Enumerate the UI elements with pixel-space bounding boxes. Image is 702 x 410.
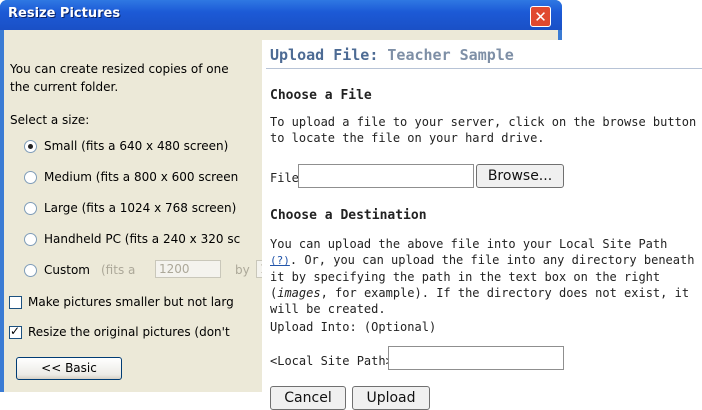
select-size-label: Select a size: [10,113,90,127]
make-smaller-checkbox[interactable] [9,296,22,309]
dialog-title: Resize Pictures [8,6,121,21]
size-custom-radio[interactable] [24,264,37,277]
size-handheld-radio[interactable] [24,233,37,246]
size-custom-label[interactable]: Custom [44,263,90,277]
choose-destination-heading: Choose a Destination [270,208,427,223]
resize-original-label[interactable]: Resize the original pictures (don't [28,325,230,339]
upload-button[interactable]: Upload [352,386,430,410]
destination-text: You can upload the above file into your … [270,236,700,317]
size-small-label[interactable]: Small (fits a 640 x 480 screen) [44,139,228,153]
help-link[interactable]: (?) [270,254,290,267]
upload-path-input[interactable] [388,346,564,370]
size-medium-label[interactable]: Medium (fits a 800 x 600 screen [44,170,238,184]
custom-fits-label: (fits a [101,263,136,277]
local-site-path-label: <Local Site Path> / [270,354,408,368]
upload-title: Upload File [270,46,370,64]
title-separator: : [369,46,379,64]
file-input[interactable] [298,164,474,188]
intro-text-line1: You can create resized copies of one [10,62,229,76]
make-smaller-label[interactable]: Make pictures smaller but not larg [28,295,234,309]
close-icon[interactable]: ✕ [530,6,551,27]
page-title: Upload File: Teacher Sample [270,46,514,64]
choose-file-heading: Choose a File [270,88,372,103]
upload-file-panel: Upload File: Teacher Sample Choose a Fil… [262,40,702,410]
cancel-button[interactable]: Cancel [270,386,346,410]
size-large-label[interactable]: Large (fits a 1024 x 768 screen) [44,201,236,215]
resize-original-checkbox[interactable] [9,324,22,339]
destination-text-c: , for example). If the directory does no… [270,286,690,316]
destination-text-a: You can upload the above file into your … [270,237,668,251]
browse-button[interactable]: Browse... [476,164,564,188]
size-medium-radio[interactable] [24,171,37,184]
upload-into-label: Upload Into: (Optional) [270,320,437,334]
custom-width-input[interactable]: 1200 [155,260,221,278]
choose-file-text: To upload a file to your server, click o… [270,115,697,145]
basic-button[interactable]: << Basic [16,357,122,380]
title-divider [266,68,702,69]
intro-text-line2: the current folder. [10,80,119,94]
size-handheld-label[interactable]: Handheld PC (fits a 240 x 320 sc [44,232,240,246]
size-small-radio[interactable] [24,140,37,153]
upload-subtitle: Teacher Sample [387,46,514,64]
destination-example: images [277,286,321,300]
size-large-radio[interactable] [24,202,37,215]
dialog-titlebar[interactable]: Resize Pictures ✕ [0,0,562,30]
custom-by-label: by [235,263,250,277]
